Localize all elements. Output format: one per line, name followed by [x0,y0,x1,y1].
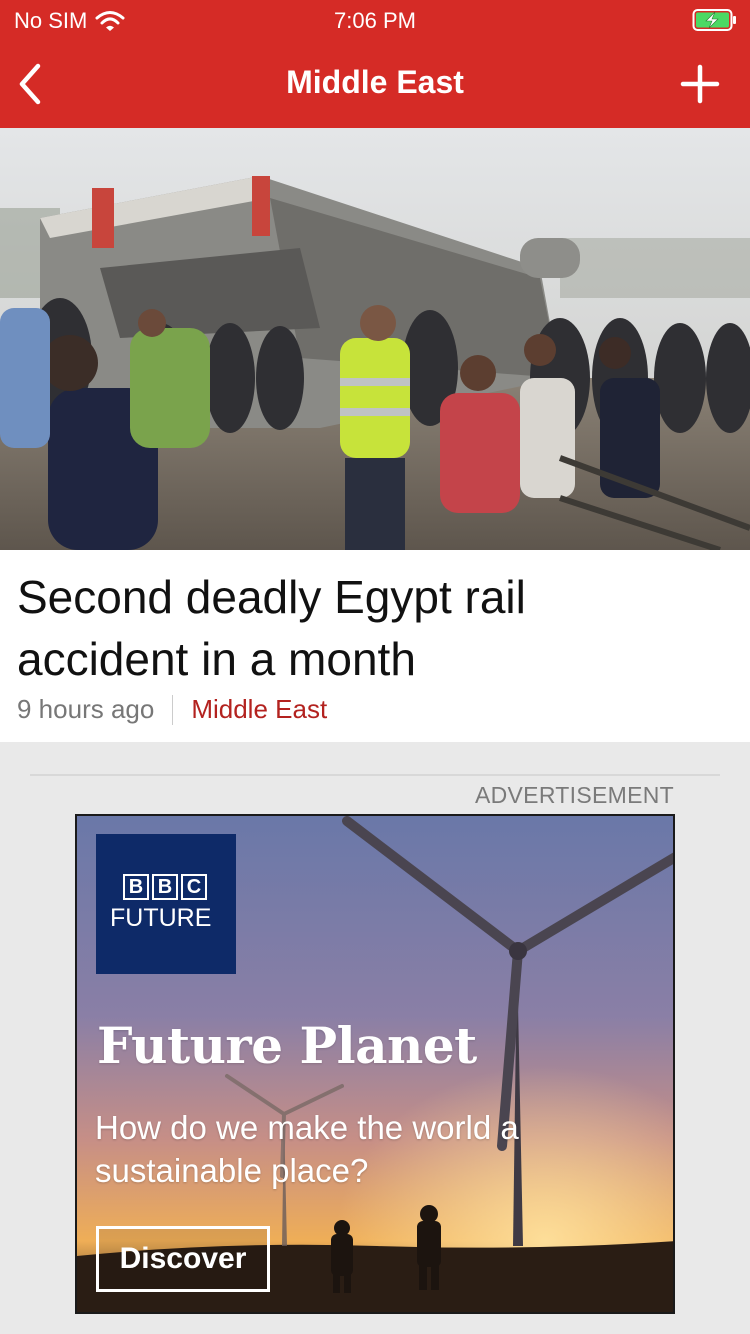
article-timestamp: 9 hours ago [17,694,155,724]
battery-charging-icon [692,9,736,31]
bbc-future-logo: B B C FUTURE [96,834,236,974]
article-section-link[interactable]: Middle East [191,694,327,725]
article-photo[interactable] [0,128,750,550]
status-time: 7:06 PM [334,8,416,33]
bbc-logo-blocks: B B C [123,874,207,900]
discover-button[interactable]: Discover [96,1226,270,1292]
bbc-future-label: FUTURE [110,904,212,932]
meta-divider [172,694,174,725]
nav-bar: Middle East [0,40,750,128]
page-title: Middle East [286,64,464,100]
ad-divider [30,774,720,776]
ad-banner[interactable]: B B C FUTURE Future Planet How do we mak… [75,814,675,1314]
article-meta: 9 hours ago Middle East [17,694,327,725]
ad-subtitle: How do we make the world a sustainable p… [95,1109,519,1189]
bbc-letter: B [123,874,149,900]
ad-label: ADVERTISEMENT [474,782,674,808]
article-headline[interactable]: Second deadly Egypt rail accident in a m… [17,566,697,690]
status-bar: No SIM 7:06 PM [0,0,750,40]
ad-headline: Future Planet [97,1016,477,1075]
bbc-letter: B [152,874,178,900]
bbc-letter: C [181,874,207,900]
article-card[interactable]: Second deadly Egypt rail accident in a m… [0,128,750,742]
plus-icon[interactable] [678,62,722,106]
